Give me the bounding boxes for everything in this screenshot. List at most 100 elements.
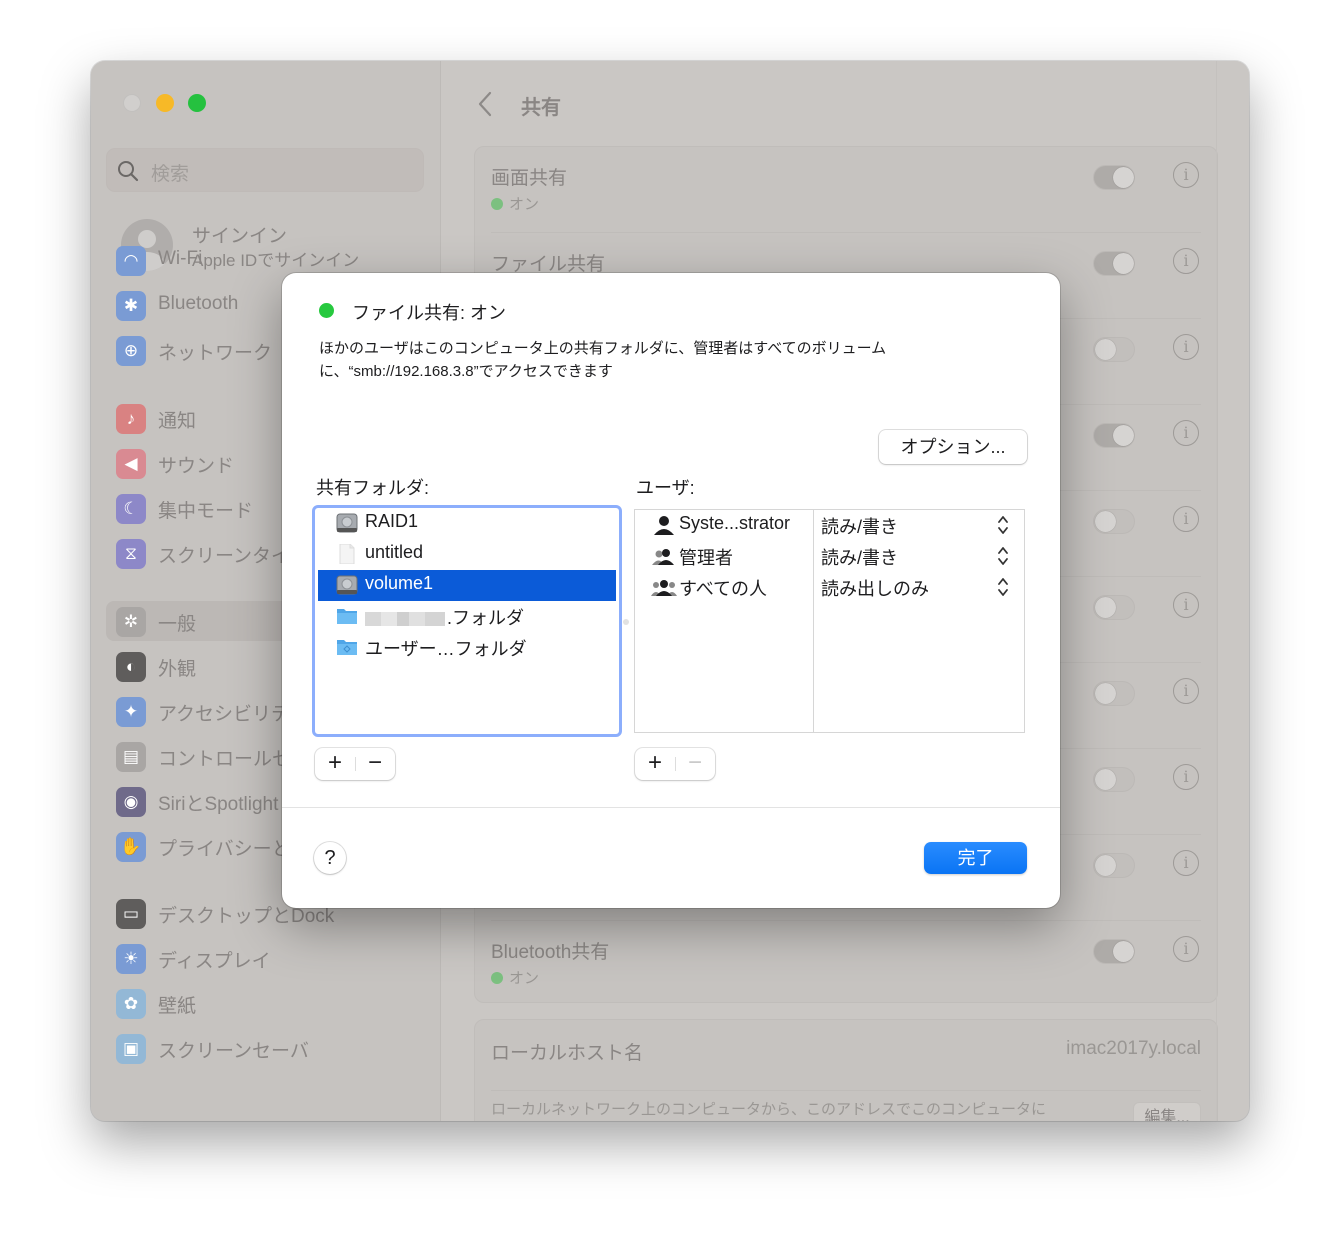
info-icon[interactable]: i bbox=[1173, 678, 1199, 704]
minimize-button[interactable] bbox=[156, 94, 174, 112]
user-row[interactable]: 管理者 読み/書き bbox=[635, 541, 1024, 572]
service-toggle[interactable] bbox=[1093, 853, 1135, 878]
users-list[interactable]: Syste...strator 読み/書き 管理者 読み/書きすべての人 読み出しのみ bbox=[634, 509, 1025, 733]
done-button[interactable]: 完了 bbox=[924, 842, 1027, 874]
scrollbar[interactable] bbox=[1216, 61, 1249, 1121]
divider bbox=[491, 1090, 1201, 1091]
status-text: オン bbox=[509, 970, 540, 987]
localhost-card: ローカルホスト名 imac2017y.local ローカルネットワーク上のコンピ… bbox=[474, 1019, 1218, 1121]
sidebar-item-label: サウンド bbox=[158, 456, 235, 477]
dock-icon: ▭ bbox=[116, 899, 146, 929]
info-icon[interactable]: i bbox=[1173, 850, 1199, 876]
siri-icon: ◉ bbox=[116, 787, 146, 817]
info-icon[interactable]: i bbox=[1173, 420, 1199, 446]
status-dot-icon bbox=[491, 971, 503, 984]
splitter-handle[interactable] bbox=[623, 619, 629, 625]
zoom-button[interactable] bbox=[188, 94, 206, 112]
shared-folder-row[interactable]: untitled bbox=[318, 539, 616, 570]
service-status: オン bbox=[491, 193, 539, 214]
service-toggle[interactable] bbox=[1093, 681, 1135, 706]
disk-icon bbox=[336, 575, 358, 595]
gear-icon: ✲ bbox=[116, 607, 146, 637]
permission-select[interactable]: 読み/書き bbox=[821, 544, 1021, 570]
folder-name: ユーザー…フォルダ bbox=[365, 639, 527, 659]
remove-folder-button[interactable]: − bbox=[355, 748, 395, 780]
shared-folder-row[interactable]: ユーザー…フォルダ bbox=[318, 632, 616, 663]
service-title: ファイル共有 bbox=[491, 254, 606, 275]
info-icon[interactable]: i bbox=[1173, 248, 1199, 274]
info-icon[interactable]: i bbox=[1173, 592, 1199, 618]
shared-folder-row[interactable]: RAID1 bbox=[318, 508, 616, 539]
help-button[interactable]: ? bbox=[314, 842, 346, 874]
service-toggle[interactable] bbox=[1093, 423, 1135, 448]
service-toggle[interactable] bbox=[1093, 251, 1135, 276]
permission-value: 読み/書き bbox=[821, 548, 899, 568]
dialog-description: ほかのユーザはこのコンピュータ上の共有フォルダに、管理者はすべてのボリュームに、… bbox=[319, 340, 887, 380]
user-row[interactable]: Syste...strator 読み/書き bbox=[635, 510, 1024, 541]
shared-folder-row[interactable]: .フォルダ bbox=[318, 601, 616, 632]
sidebar-item-label: ディスプレイ bbox=[158, 951, 271, 972]
disk-icon bbox=[336, 513, 358, 533]
shared-folders-list[interactable]: RAID1 untitled volume1 .フォルダユーザー…フォルダ bbox=[312, 505, 622, 737]
user-row[interactable]: すべての人 読み出しのみ bbox=[635, 572, 1024, 603]
group-icon bbox=[651, 546, 677, 566]
service-toggle[interactable] bbox=[1093, 337, 1135, 362]
search-placeholder: 検索 bbox=[151, 164, 190, 185]
globe-icon: ⊕ bbox=[116, 336, 146, 366]
document-icon bbox=[336, 543, 358, 565]
sidebar-item[interactable]: ☀ ディスプレイ bbox=[106, 938, 426, 978]
moon-icon: ☾ bbox=[116, 494, 146, 524]
up-down-chevron-icon bbox=[997, 545, 1009, 567]
bluetooth-icon: ✱ bbox=[116, 291, 146, 321]
info-icon[interactable]: i bbox=[1173, 162, 1199, 188]
file-sharing-dialog: ファイル共有: オン ほかのユーザはこのコンピュータ上の共有フォルダに、管理者は… bbox=[282, 273, 1060, 908]
close-button[interactable] bbox=[123, 94, 141, 112]
service-toggle[interactable] bbox=[1093, 509, 1135, 534]
back-chevron-icon[interactable] bbox=[477, 90, 493, 118]
hourglass-icon: ⧖ bbox=[116, 539, 146, 569]
permission-value: 読み/書き bbox=[821, 517, 899, 537]
add-user-button[interactable]: + bbox=[635, 748, 675, 780]
folder-name: untitled bbox=[365, 542, 424, 562]
service-toggle[interactable] bbox=[1093, 165, 1135, 190]
users-add-remove-control: + − bbox=[635, 748, 715, 780]
options-button[interactable]: オプション... bbox=[879, 430, 1027, 464]
sidebar-item-label: 通知 bbox=[158, 411, 197, 432]
sidebar-item[interactable]: ▣ スクリーンセーバ bbox=[106, 1028, 426, 1068]
dialog-title: ファイル共有: オン bbox=[352, 303, 507, 323]
sidebar-item-label: 一般 bbox=[158, 614, 197, 635]
info-icon[interactable]: i bbox=[1173, 764, 1199, 790]
localhost-description: ローカルネットワーク上のコンピュータから、このアドレスでこのコンピュータに bbox=[491, 1101, 1047, 1118]
folder-name: volume1 bbox=[365, 573, 434, 593]
folder-name: .フォルダ bbox=[365, 604, 524, 630]
service-toggle[interactable] bbox=[1093, 767, 1135, 792]
info-icon[interactable]: i bbox=[1173, 334, 1199, 360]
status-dot-icon bbox=[491, 197, 503, 210]
localhost-label: ローカルホスト名 bbox=[491, 1043, 644, 1064]
shared-folders-label: 共有フォルダ: bbox=[316, 478, 430, 498]
search-icon bbox=[118, 161, 139, 182]
remove-user-button[interactable]: − bbox=[675, 748, 715, 780]
up-down-chevron-icon bbox=[997, 576, 1009, 598]
permission-select[interactable]: 読み/書き bbox=[821, 513, 1021, 539]
localhost-value: imac2017y.local bbox=[1066, 1038, 1201, 1059]
permission-select[interactable]: 読み出しのみ bbox=[821, 575, 1021, 601]
control-center-icon: ▤ bbox=[116, 742, 146, 772]
user-name: すべての人 bbox=[679, 579, 768, 599]
info-icon[interactable]: i bbox=[1173, 506, 1199, 532]
folder-name: RAID1 bbox=[365, 511, 419, 531]
add-folder-button[interactable]: + bbox=[315, 748, 355, 780]
service-toggle[interactable] bbox=[1093, 939, 1135, 964]
sidebar-item[interactable]: ✿ 壁紙 bbox=[106, 983, 426, 1023]
bell-icon: ♪ bbox=[116, 404, 146, 434]
search-input[interactable]: 検索 bbox=[106, 148, 424, 192]
info-icon[interactable]: i bbox=[1173, 936, 1199, 962]
users-label: ユーザ: bbox=[636, 478, 695, 498]
redacted-text bbox=[365, 612, 445, 627]
service-title: 画面共有 bbox=[491, 168, 568, 189]
service-toggle[interactable] bbox=[1093, 595, 1135, 620]
divider bbox=[282, 807, 1060, 808]
shared-folder-row[interactable]: volume1 bbox=[318, 570, 616, 601]
sidebar-item-label: スクリーンセーバ bbox=[158, 1041, 309, 1062]
edit-hostname-button[interactable]: 編集... bbox=[1133, 1102, 1201, 1121]
